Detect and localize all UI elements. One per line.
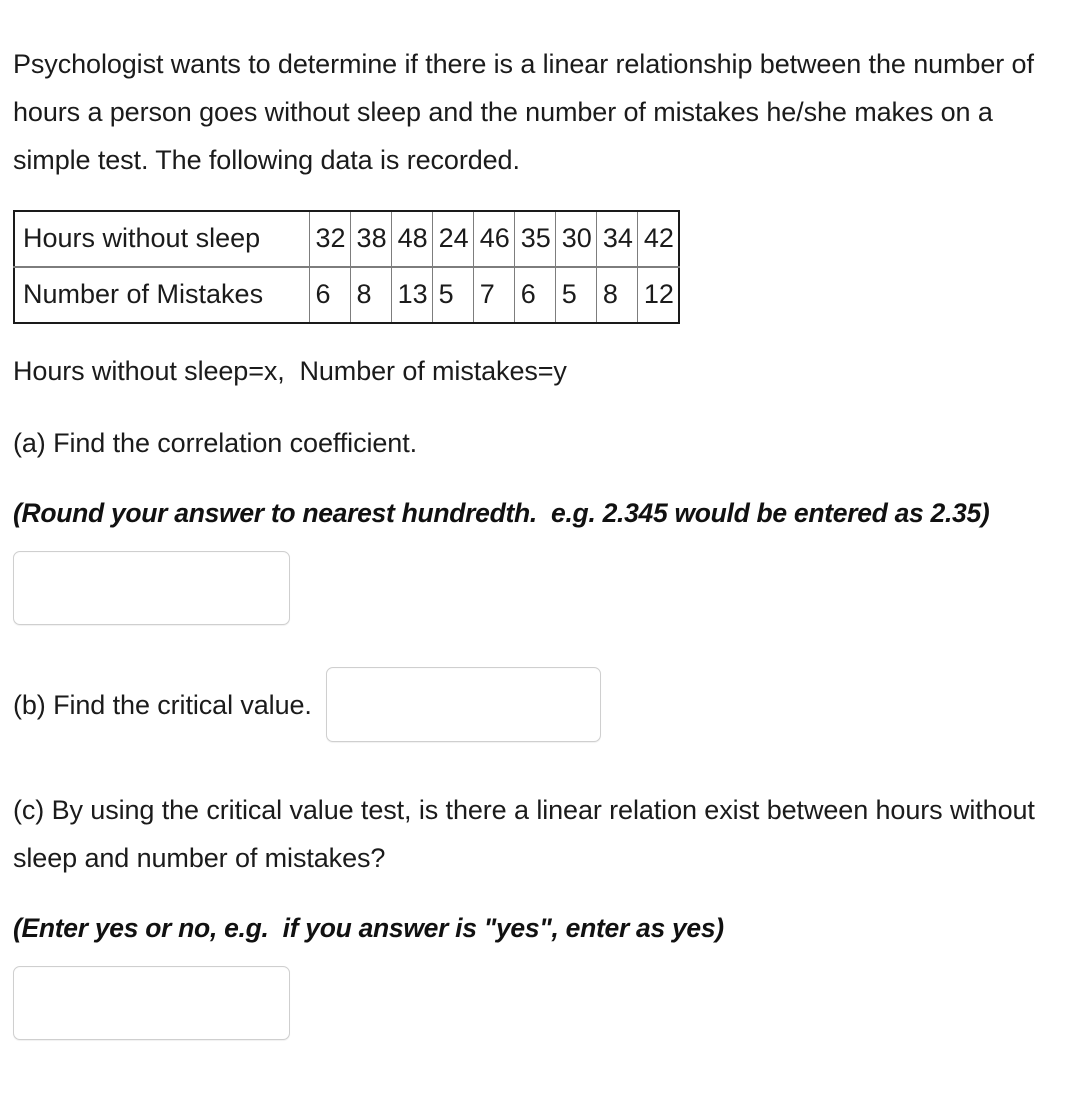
- cell-hours-3: 48: [391, 211, 433, 268]
- row-label-hours: Hours without sleep: [14, 211, 310, 268]
- part-c-note: (Enter yes or no, e.g. if you answer is …: [13, 913, 724, 943]
- part-c-prompt: (c) By using the critical value test, is…: [13, 795, 1035, 873]
- cell-mistakes-2: 8: [350, 267, 392, 323]
- cell-mistakes-9: 12: [643, 279, 674, 309]
- part-b-answer-input[interactable]: [325, 667, 601, 742]
- cell-hours-8: 34: [596, 211, 638, 268]
- variable-assignment-text: Hours without sleep=x, Number of mistake…: [13, 356, 567, 386]
- cell-hours-7: 30: [555, 211, 597, 268]
- question-page: Psychologist wants to determine if there…: [0, 0, 1088, 1040]
- cell-hours-2: 38: [350, 211, 392, 268]
- sleep-mistakes-table: Hours without sleep 32 38 48 24 46 35 30…: [13, 210, 680, 324]
- cell-mistakes-1: 6: [309, 267, 351, 323]
- part-a-note: (Round your answer to nearest hundredth.…: [13, 498, 990, 528]
- cell-mistakes-5: 7: [473, 267, 515, 323]
- cell-hours-5: 46: [473, 211, 515, 268]
- table-row: Number of Mistakes 6 8 13 5 7 6 5 8 12: [14, 267, 679, 323]
- cell-hours-9: 42: [637, 211, 679, 268]
- part-b-prompt: (b) Find the critical value.: [13, 689, 312, 720]
- part-c-answer-input[interactable]: [13, 966, 290, 1040]
- cell-hours-4: 24: [432, 211, 474, 268]
- cell-mistakes-8: 8: [596, 267, 638, 323]
- cell-hours-6: 35: [514, 211, 556, 268]
- data-table-container: Hours without sleep 32 38 48 24 46 35 30…: [13, 210, 1075, 324]
- cell-mistakes-7: 5: [555, 267, 597, 323]
- cell-hours-1: 32: [309, 211, 351, 268]
- cell-mistakes-6: 6: [514, 267, 556, 323]
- part-a-answer-input[interactable]: [13, 551, 290, 625]
- part-a-prompt: (a) Find the correlation coefficient.: [13, 428, 418, 458]
- part-b-row: (b) Find the critical value.: [13, 667, 1075, 742]
- question-intro-text: Psychologist wants to determine if there…: [13, 49, 1034, 175]
- cell-mistakes-4: 5: [432, 267, 474, 323]
- cell-mistakes-3: 13: [391, 267, 433, 323]
- table-row: Hours without sleep 32 38 48 24 46 35 30…: [14, 211, 679, 268]
- row-label-mistakes: Number of Mistakes: [14, 267, 310, 323]
